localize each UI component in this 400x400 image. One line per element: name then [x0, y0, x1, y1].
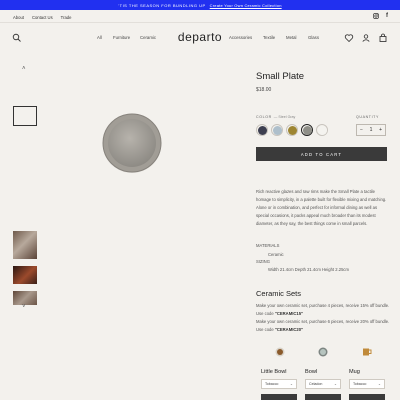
bowl-label: Bowl	[305, 369, 318, 375]
thumbnails-down-arrow[interactable]: ˅	[22, 304, 26, 310]
swatch-dot	[257, 125, 267, 135]
bowl-select-value: Celadon	[309, 382, 323, 386]
sets-offer-6: Make your own ceramic set, purchase 6 pi…	[256, 318, 392, 333]
swatch-sky[interactable]	[271, 124, 283, 136]
sets-title: Ceramic Sets	[256, 289, 302, 298]
sets-offer-4-code: "CERAMIC15"	[274, 310, 304, 316]
account-icon[interactable]	[361, 33, 371, 43]
nav-ceramic[interactable]: Ceramic	[140, 35, 156, 40]
mug-color-select[interactable]: Tobacco ⌄	[349, 379, 385, 389]
product-image	[102, 113, 162, 173]
mug-label: Mug	[349, 369, 360, 375]
little-bowl-label: Little Bowl	[261, 369, 287, 375]
contact-link[interactable]: Contact Us	[32, 15, 53, 20]
quantity-label: QUANTITY	[356, 115, 379, 119]
product-price: $18.00	[256, 87, 272, 93]
swatch-dot	[302, 125, 312, 135]
quantity-stepper: − 1 +	[356, 124, 386, 136]
add-to-cart-button[interactable]: ADD TO CART	[256, 147, 387, 161]
nav-textile[interactable]: Textile	[263, 35, 275, 40]
bowl-image	[318, 347, 328, 357]
sizing-value: Width 21.4cm Depth 21.4cm Height 2.25cm	[268, 267, 349, 272]
facebook-icon[interactable]: f	[386, 13, 388, 19]
nav-accessories[interactable]: Accessories	[229, 35, 252, 40]
nav-all[interactable]: All	[97, 35, 102, 40]
cart-icon[interactable]	[378, 33, 388, 43]
swatch-white[interactable]	[316, 124, 328, 136]
product-title: Small Plate	[256, 71, 305, 82]
thumbnail-4[interactable]	[13, 291, 37, 305]
bowl-color-select[interactable]: Celadon ⌄	[305, 379, 341, 389]
mug-select-value: Tobacco	[353, 382, 367, 386]
utility-bar: About Contact Us Trade f	[0, 12, 400, 22]
thumbnails-up-arrow[interactable]: ˄	[22, 66, 26, 72]
divider	[0, 22, 400, 23]
nav-metal[interactable]: Metal	[286, 35, 297, 40]
mug-add-button[interactable]	[349, 394, 385, 400]
color-label: COLOR — Steel Gray	[256, 115, 295, 119]
swatch-dot	[272, 125, 282, 135]
sets-offer-4: Make your own ceramic set, purchase 4 pi…	[256, 302, 392, 317]
main-nav: All Furniture Ceramic departo Accessorie…	[0, 28, 400, 48]
little-bowl-image	[275, 347, 285, 357]
swatch-dot	[287, 125, 297, 135]
materials-value: Ceramic	[268, 252, 284, 257]
mug-image	[363, 348, 372, 356]
search-icon[interactable]	[12, 33, 22, 43]
thumbnail-3[interactable]	[13, 266, 37, 284]
swatch-ochre[interactable]	[286, 124, 298, 136]
chevron-down-icon: ⌄	[289, 382, 293, 386]
product-description: Rich reactive glazes and raw rims make t…	[256, 189, 387, 226]
materials-label: MATERIALS	[256, 243, 280, 248]
nav-furniture[interactable]: Furniture	[113, 35, 130, 40]
chevron-down-icon: ⌄	[333, 382, 337, 386]
sizing-label: SIZING	[256, 259, 270, 264]
swatch-midnight[interactable]	[256, 124, 268, 136]
swatch-dot	[317, 125, 327, 135]
thumbnail-2[interactable]	[13, 231, 37, 259]
chevron-down-icon: ⌄	[377, 382, 381, 386]
quantity-minus-button[interactable]: −	[360, 127, 363, 133]
little-bowl-add-button[interactable]	[261, 394, 297, 400]
announcement-bar: 'TIS THE SEASON FOR BUNDLING UP Create Y…	[0, 0, 400, 10]
color-label-text: COLOR	[256, 115, 272, 119]
heart-icon[interactable]	[344, 33, 354, 43]
announcement-link[interactable]: Create Your Own Ceramic Collection	[210, 3, 282, 8]
swatch-steel-gray[interactable]	[301, 124, 313, 136]
color-selected-value: — Steel Gray	[273, 115, 296, 119]
sets-offer-6-code: "CERAMIC20"	[274, 326, 304, 332]
nav-glass[interactable]: Glass	[308, 35, 319, 40]
announcement-text: 'TIS THE SEASON FOR BUNDLING UP	[118, 2, 206, 8]
thumbnail-1[interactable]	[13, 106, 37, 126]
little-bowl-color-select[interactable]: Tobacco ⌄	[261, 379, 297, 389]
site-logo[interactable]: departo	[168, 30, 232, 44]
bowl-add-button[interactable]	[305, 394, 341, 400]
little-bowl-select-value: Tobacco	[265, 382, 279, 386]
quantity-value[interactable]: 1	[370, 127, 373, 133]
about-link[interactable]: About	[13, 15, 24, 20]
instagram-icon[interactable]	[373, 13, 379, 19]
quantity-plus-button[interactable]: +	[379, 127, 382, 133]
trade-link[interactable]: Trade	[61, 15, 72, 20]
